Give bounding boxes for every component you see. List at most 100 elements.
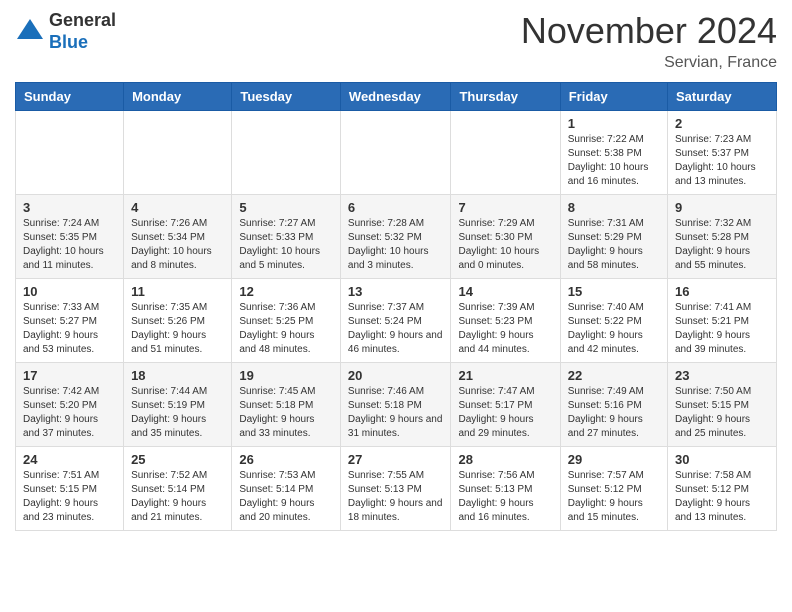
day-number: 18 — [131, 368, 224, 383]
page-header: General Blue November 2024 Servian, Fran… — [15, 10, 777, 72]
day-info: Sunrise: 7:50 AM Sunset: 5:15 PM Dayligh… — [675, 385, 769, 441]
header-friday: Friday — [560, 83, 667, 111]
table-row: 20Sunrise: 7:46 AM Sunset: 5:18 PM Dayli… — [340, 363, 451, 447]
table-row: 22 Sunrise: 7:49 AM Sunset: 5:16 PM Dayli… — [560, 363, 667, 447]
day-info: Sunrise: 7:44 AM Sunset: 5:19 PM Dayligh… — [131, 385, 224, 441]
day-number: 13 — [348, 284, 444, 299]
table-row: 25 Sunrise: 7:52 AM Sunset: 5:14 PM Dayli… — [124, 447, 232, 531]
title-section: November 2024 Servian, France — [521, 10, 777, 72]
header-wednesday: Wednesday — [340, 83, 451, 111]
table-row: 23 Sunrise: 7:50 AM Sunset: 5:15 PM Dayli… — [668, 363, 777, 447]
table-row: 13 Sunrise: 7:37 AM Sunset: 5:24 PM Dayli… — [340, 279, 451, 363]
table-row: 27Sunrise: 7:55 AM Sunset: 5:13 PM Dayli… — [340, 447, 451, 531]
table-row — [124, 111, 232, 195]
day-info: Sunrise: 7:29 AM Sunset: 5:30 PM Dayligh… — [458, 217, 552, 273]
calendar-week-row: 24 Sunrise: 7:51 AM Sunset: 5:15 PM Dayli… — [16, 447, 777, 531]
day-number: 17 — [23, 368, 116, 383]
day-number: 7 — [458, 200, 552, 215]
table-row: 24 Sunrise: 7:51 AM Sunset: 5:15 PM Dayli… — [16, 447, 124, 531]
table-row: 11 Sunrise: 7:35 AM Sunset: 5:26 PM Dayli… — [124, 279, 232, 363]
day-info: Sunrise: 7:31 AM Sunset: 5:29 PM Dayligh… — [568, 217, 660, 273]
day-number: 19 — [239, 368, 333, 383]
header-monday: Monday — [124, 83, 232, 111]
day-number: 29 — [568, 452, 660, 467]
day-number: 26 — [239, 452, 333, 467]
day-number: 28 — [458, 452, 552, 467]
day-info: Sunrise: 7:24 AM Sunset: 5:35 PM Dayligh… — [23, 217, 116, 273]
location: Servian, France — [521, 54, 777, 72]
logo: General Blue — [15, 10, 116, 53]
table-row: 10Sunrise: 7:33 AM Sunset: 5:27 PM Dayli… — [16, 279, 124, 363]
logo-text: General Blue — [49, 10, 116, 53]
day-info: Sunrise: 7:28 AM Sunset: 5:32 PM Dayligh… — [348, 217, 444, 273]
logo-icon — [15, 17, 45, 47]
day-info: Sunrise: 7:26 AM Sunset: 5:34 PM Dayligh… — [131, 217, 224, 273]
day-number: 9 — [675, 200, 769, 215]
table-row: 4 Sunrise: 7:26 AM Sunset: 5:34 PM Daylig… — [124, 195, 232, 279]
day-info: Sunrise: 7:42 AM Sunset: 5:20 PM Dayligh… — [23, 385, 116, 441]
day-number: 4 — [131, 200, 224, 215]
day-number: 16 — [675, 284, 769, 299]
day-info: Sunrise: 7:22 AM Sunset: 5:38 PM Dayligh… — [568, 133, 660, 189]
table-row: 6Sunrise: 7:28 AM Sunset: 5:32 PM Daylig… — [340, 195, 451, 279]
table-row: 17 Sunrise: 7:42 AM Sunset: 5:20 PM Dayli… — [16, 363, 124, 447]
day-info: Sunrise: 7:53 AM Sunset: 5:14 PM Dayligh… — [239, 469, 333, 525]
calendar-week-row: 3Sunrise: 7:24 AM Sunset: 5:35 PM Daylig… — [16, 195, 777, 279]
day-number: 11 — [131, 284, 224, 299]
day-number: 2 — [675, 116, 769, 131]
day-info: Sunrise: 7:57 AM Sunset: 5:12 PM Dayligh… — [568, 469, 660, 525]
table-row: 1Sunrise: 7:22 AM Sunset: 5:38 PM Daylig… — [560, 111, 667, 195]
table-row: 18 Sunrise: 7:44 AM Sunset: 5:19 PM Dayli… — [124, 363, 232, 447]
table-row: 16Sunrise: 7:41 AM Sunset: 5:21 PM Dayli… — [668, 279, 777, 363]
day-number: 14 — [458, 284, 552, 299]
table-row: 19Sunrise: 7:45 AM Sunset: 5:18 PM Dayli… — [232, 363, 341, 447]
header-thursday: Thursday — [451, 83, 560, 111]
calendar-week-row: 17 Sunrise: 7:42 AM Sunset: 5:20 PM Dayli… — [16, 363, 777, 447]
day-info: Sunrise: 7:55 AM Sunset: 5:13 PM Dayligh… — [348, 469, 444, 525]
day-info: Sunrise: 7:39 AM Sunset: 5:23 PM Dayligh… — [458, 301, 552, 357]
day-number: 5 — [239, 200, 333, 215]
day-info: Sunrise: 7:47 AM Sunset: 5:17 PM Dayligh… — [458, 385, 552, 441]
calendar-table: Sunday Monday Tuesday Wednesday Thursday… — [15, 82, 777, 531]
day-number: 24 — [23, 452, 116, 467]
table-row — [451, 111, 560, 195]
table-row — [232, 111, 341, 195]
day-info: Sunrise: 7:33 AM Sunset: 5:27 PM Dayligh… — [23, 301, 116, 357]
table-row: 9 Sunrise: 7:32 AM Sunset: 5:28 PM Daylig… — [668, 195, 777, 279]
table-row — [16, 111, 124, 195]
day-info: Sunrise: 7:40 AM Sunset: 5:22 PM Dayligh… — [568, 301, 660, 357]
calendar-week-row: 10Sunrise: 7:33 AM Sunset: 5:27 PM Dayli… — [16, 279, 777, 363]
day-info: Sunrise: 7:37 AM Sunset: 5:24 PM Dayligh… — [348, 301, 444, 357]
day-number: 21 — [458, 368, 552, 383]
table-row: 29 Sunrise: 7:57 AM Sunset: 5:12 PM Dayli… — [560, 447, 667, 531]
table-row — [340, 111, 451, 195]
day-info: Sunrise: 7:23 AM Sunset: 5:37 PM Dayligh… — [675, 133, 769, 189]
header-saturday: Saturday — [668, 83, 777, 111]
table-row: 15 Sunrise: 7:40 AM Sunset: 5:22 PM Dayli… — [560, 279, 667, 363]
day-number: 25 — [131, 452, 224, 467]
day-info: Sunrise: 7:51 AM Sunset: 5:15 PM Dayligh… — [23, 469, 116, 525]
day-info: Sunrise: 7:52 AM Sunset: 5:14 PM Dayligh… — [131, 469, 224, 525]
day-number: 15 — [568, 284, 660, 299]
day-number: 22 — [568, 368, 660, 383]
table-row: 30 Sunrise: 7:58 AM Sunset: 5:12 PM Dayli… — [668, 447, 777, 531]
logo-blue: Blue — [49, 32, 88, 52]
day-info: Sunrise: 7:32 AM Sunset: 5:28 PM Dayligh… — [675, 217, 769, 273]
day-info: Sunrise: 7:49 AM Sunset: 5:16 PM Dayligh… — [568, 385, 660, 441]
table-row: 8 Sunrise: 7:31 AM Sunset: 5:29 PM Daylig… — [560, 195, 667, 279]
day-info: Sunrise: 7:58 AM Sunset: 5:12 PM Dayligh… — [675, 469, 769, 525]
day-number: 23 — [675, 368, 769, 383]
table-row: 7 Sunrise: 7:29 AM Sunset: 5:30 PM Daylig… — [451, 195, 560, 279]
table-row: 14 Sunrise: 7:39 AM Sunset: 5:23 PM Dayli… — [451, 279, 560, 363]
calendar-week-row: 1Sunrise: 7:22 AM Sunset: 5:38 PM Daylig… — [16, 111, 777, 195]
header-tuesday: Tuesday — [232, 83, 341, 111]
calendar-header-row: Sunday Monday Tuesday Wednesday Thursday… — [16, 83, 777, 111]
day-info: Sunrise: 7:27 AM Sunset: 5:33 PM Dayligh… — [239, 217, 333, 273]
table-row: 21 Sunrise: 7:47 AM Sunset: 5:17 PM Dayli… — [451, 363, 560, 447]
day-info: Sunrise: 7:35 AM Sunset: 5:26 PM Dayligh… — [131, 301, 224, 357]
day-info: Sunrise: 7:56 AM Sunset: 5:13 PM Dayligh… — [458, 469, 552, 525]
day-number: 12 — [239, 284, 333, 299]
day-number: 8 — [568, 200, 660, 215]
table-row: 3Sunrise: 7:24 AM Sunset: 5:35 PM Daylig… — [16, 195, 124, 279]
day-number: 30 — [675, 452, 769, 467]
